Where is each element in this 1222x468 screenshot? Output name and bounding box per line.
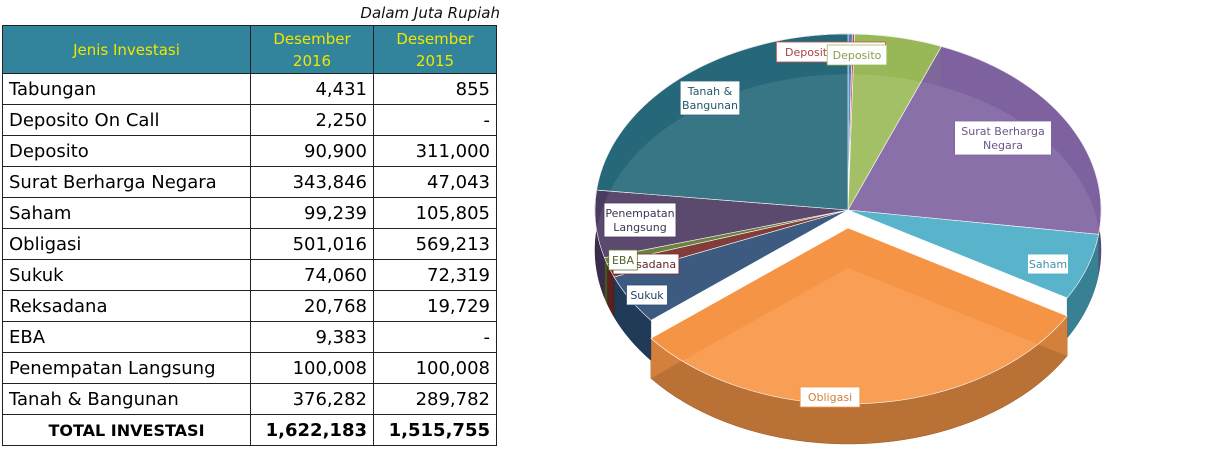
data-label-eba: EBA	[608, 249, 638, 271]
table-header-row: Jenis Investasi Desember 2016 Desember 2…	[2, 25, 497, 74]
total-2016: 1,622,183	[250, 414, 374, 446]
data-label-surat-berharga-negara: Surat BerhargaNegara	[954, 120, 1052, 156]
row-name: Deposito On Call	[2, 104, 251, 136]
table-row: Surat Berharga Negara 343,846 47,043	[2, 166, 497, 198]
svg-text:Negara: Negara	[983, 139, 1023, 152]
row-name: Sukuk	[2, 259, 251, 291]
table-row: Obligasi 501,016 569,213	[2, 228, 497, 260]
row-name: Saham	[2, 197, 251, 229]
unit-note: Dalam Juta Rupiah	[360, 4, 500, 22]
svg-text:Tanah &: Tanah &	[687, 85, 733, 98]
data-label-tanah-bangunan: Tanah &Bangunan	[679, 80, 741, 116]
row-2016: 376,282	[250, 383, 374, 415]
row-name: Tanah & Bangunan	[2, 383, 251, 415]
row-2016: 2,250	[250, 104, 374, 136]
table-row: Penempatan Langsung 100,008 100,008	[2, 352, 497, 384]
data-label-obligasi: Obligasi	[799, 386, 861, 408]
svg-text:Saham: Saham	[1029, 258, 1067, 271]
row-2016: 4,431	[250, 73, 374, 105]
svg-text:Bangunan: Bangunan	[682, 99, 738, 112]
row-2016: 20,768	[250, 290, 374, 322]
svg-text:Sukuk: Sukuk	[630, 289, 664, 302]
row-2015: 289,782	[373, 383, 497, 415]
header-jenis-investasi: Jenis Investasi	[2, 25, 251, 74]
row-2016: 343,846	[250, 166, 374, 198]
svg-text:Deposito: Deposito	[833, 49, 882, 62]
investment-table: Jenis Investasi Desember 2016 Desember 2…	[2, 25, 497, 446]
row-2015: 105,805	[373, 197, 497, 229]
row-2015: 72,319	[373, 259, 497, 291]
svg-text:Penempatan: Penempatan	[605, 207, 674, 220]
row-name: Penempatan Langsung	[2, 352, 251, 384]
data-label-sukuk: Sukuk	[626, 284, 668, 306]
data-label-deposito: Deposito	[826, 44, 888, 66]
table-row: Sukuk 74,060 72,319	[2, 259, 497, 291]
total-row: TOTAL INVESTASI 1,622,183 1,515,755	[2, 414, 497, 446]
row-2016: 99,239	[250, 197, 374, 229]
table-row: EBA 9,383-	[2, 321, 497, 353]
header-desember-2016: Desember 2016	[250, 25, 374, 74]
row-2016: 90,900	[250, 135, 374, 167]
svg-text:EBA: EBA	[612, 254, 634, 267]
row-name: EBA	[2, 321, 251, 353]
data-label-saham: Saham	[1027, 253, 1069, 275]
table-row: Tanah & Bangunan 376,282 289,782	[2, 383, 497, 415]
total-2015: 1,515,755	[373, 414, 497, 446]
investment-pie-chart: Deposito On CallDepositoSurat BerhargaNe…	[594, 33, 1102, 445]
row-2015: 19,729	[373, 290, 497, 322]
row-2015: 311,000	[373, 135, 497, 167]
table-row: Reksadana 20,768 19,729	[2, 290, 497, 322]
row-2015: 569,213	[373, 228, 497, 260]
row-2016: 9,383	[250, 321, 374, 353]
row-2015: 855	[373, 73, 497, 105]
row-name: Deposito	[2, 135, 251, 167]
row-name: Tabungan	[2, 73, 251, 105]
row-2016: 74,060	[250, 259, 374, 291]
svg-text:Surat Berharga: Surat Berharga	[961, 125, 1044, 138]
row-name: Reksadana	[2, 290, 251, 322]
table-row: Saham 99,239 105,805	[2, 197, 497, 229]
svg-text:Langsung: Langsung	[613, 221, 666, 234]
row-2015: -	[373, 321, 497, 353]
row-name: Surat Berharga Negara	[2, 166, 251, 198]
total-label: TOTAL INVESTASI	[2, 414, 251, 446]
row-2015: 47,043	[373, 166, 497, 198]
header-desember-2015: Desember 2015	[373, 25, 497, 74]
table-row: Deposito 90,900 311,000	[2, 135, 497, 167]
row-2015: -	[373, 104, 497, 136]
svg-text:Obligasi: Obligasi	[808, 391, 852, 404]
row-2016: 100,008	[250, 352, 374, 384]
table-row: Tabungan 4,431 855	[2, 73, 497, 105]
table-row: Deposito On Call 2,250-	[2, 104, 497, 136]
pie-slice-side	[604, 257, 608, 304]
row-name: Obligasi	[2, 228, 251, 260]
data-label-penempatan-langsung: PenempatanLangsung	[603, 202, 677, 238]
row-2016: 501,016	[250, 228, 374, 260]
row-2015: 100,008	[373, 352, 497, 384]
